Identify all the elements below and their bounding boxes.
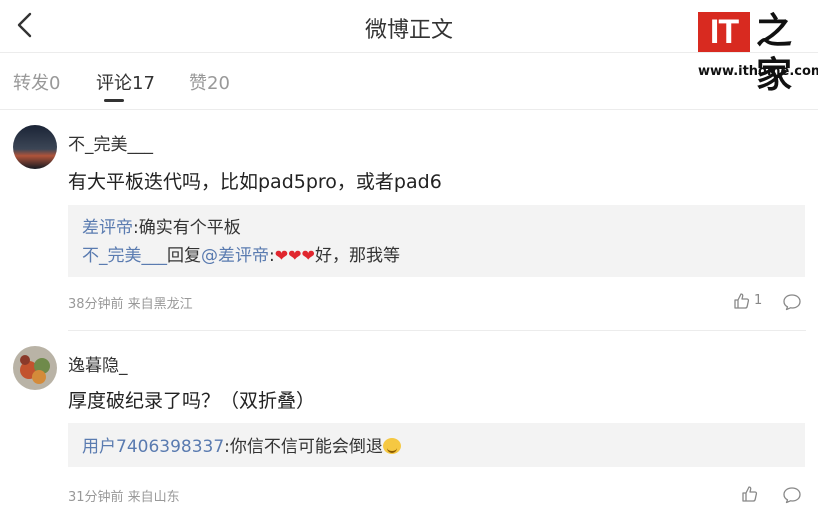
like-button[interactable]: 1 [733, 292, 773, 314]
laughing-face-icon [382, 438, 401, 454]
comment-icon[interactable] [782, 292, 802, 312]
comment-item: 逸暮隐_ 厚度破纪录了吗？（双折叠） 用户7406398337:你信不信可能会倒… [0, 331, 818, 515]
reply-box[interactable]: 用户7406398337:你信不信可能会倒退 [68, 423, 805, 467]
reply-line: 用户7406398337:你信不信可能会倒退 [82, 432, 401, 457]
like-button[interactable] [741, 485, 781, 507]
tab-likes[interactable]: 赞20 [189, 69, 230, 95]
mention-link[interactable]: @差评帝 [201, 246, 269, 266]
reply-box[interactable]: 差评帝:确实有个平板 不_完美___回复@差评帝:❤❤❤好，那我等 [68, 205, 805, 277]
reply-author[interactable]: 差评帝 [82, 218, 133, 238]
tab-bar: 转发0 评论17 赞20 [0, 53, 818, 110]
like-count: 1 [754, 293, 763, 308]
tab-reposts[interactable]: 转发0 [13, 69, 60, 95]
active-tab-indicator [104, 99, 124, 102]
page-title: 微博正文 [364, 18, 453, 43]
reply-author[interactable]: 用户7406398337 [82, 437, 224, 457]
heart-emoji: ❤❤❤ [274, 246, 315, 265]
comment-meta: 38分钟前 来自黑龙江 [68, 297, 193, 312]
comment-text: 有大平板迭代吗，比如pad5pro，或者pad6 [68, 171, 442, 193]
reply-line: 差评帝:确实有个平板 [82, 213, 241, 238]
comment-author[interactable]: 不_完美___ [68, 130, 153, 155]
reply-action: 回复 [167, 246, 201, 266]
avatar[interactable] [13, 346, 57, 390]
comment-item: 不_完美___ 有大平板迭代吗，比如pad5pro，或者pad6 差评帝:确实有… [0, 110, 818, 330]
reply-text: :你信不信可能会倒退 [224, 437, 383, 457]
thumbs-up-icon [742, 486, 758, 502]
avatar[interactable] [13, 125, 57, 169]
reply-author[interactable]: 不_完美___ [82, 246, 167, 266]
comment-icon[interactable] [782, 485, 802, 505]
top-bar: 微博正文 [0, 0, 818, 53]
comment-author[interactable]: 逸暮隐_ [68, 351, 128, 376]
comment-text: 厚度破纪录了吗？（双折叠） [68, 390, 316, 412]
thumbs-up-icon [734, 293, 750, 309]
reply-text: :确实有个平板 [133, 218, 241, 238]
tab-comments[interactable]: 评论17 [96, 69, 155, 95]
reply-line: 不_完美___回复@差评帝:❤❤❤好，那我等 [82, 241, 400, 266]
comment-meta: 31分钟前 来自山东 [68, 490, 180, 505]
reply-text: 好，那我等 [314, 246, 400, 266]
logo-mark: IT [698, 12, 750, 52]
